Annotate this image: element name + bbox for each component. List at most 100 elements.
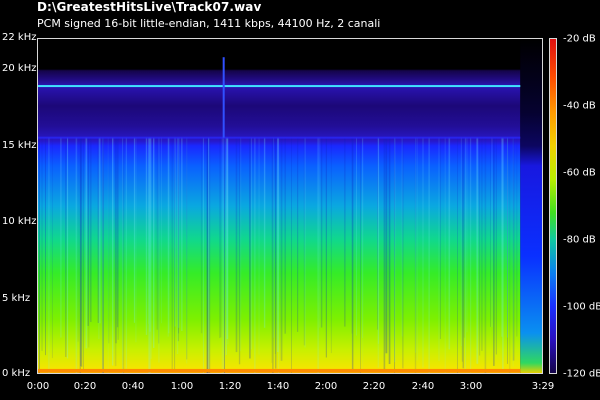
spectral-streak bbox=[208, 137, 211, 373]
spectral-streak bbox=[461, 137, 463, 362]
y-tick-22: 22 kHz bbox=[2, 32, 37, 43]
spectrogram-body bbox=[38, 39, 521, 373]
x-tick-2-20: 2:20 bbox=[362, 381, 386, 392]
db-tick-minus20: -20 dB bbox=[563, 33, 596, 45]
spectral-streak bbox=[133, 137, 135, 323]
spectral-streak bbox=[512, 137, 514, 367]
spectral-streak bbox=[135, 137, 137, 343]
spectral-streak bbox=[221, 137, 223, 373]
spectral-streak bbox=[507, 137, 508, 364]
y-tick-20: 20 kHz bbox=[2, 63, 37, 74]
spectral-streak bbox=[145, 137, 148, 335]
spectral-streak bbox=[125, 137, 127, 369]
low-freq-floor bbox=[38, 369, 521, 372]
spectral-streak bbox=[258, 137, 260, 355]
spectral-streak bbox=[470, 137, 472, 373]
spectral-streak bbox=[90, 137, 92, 322]
spectral-streak bbox=[60, 137, 62, 338]
spectral-streak bbox=[448, 137, 451, 350]
spectral-streak bbox=[278, 137, 280, 373]
spectral-streak bbox=[75, 137, 78, 373]
spectral-streak bbox=[102, 137, 104, 373]
spectral-streak bbox=[462, 137, 464, 369]
spectral-streak bbox=[466, 137, 468, 333]
spectral-streak bbox=[457, 137, 458, 373]
spectral-streak bbox=[156, 137, 158, 330]
spectral-streak bbox=[249, 137, 251, 359]
spectral-streak bbox=[317, 137, 320, 373]
spectral-streak bbox=[114, 137, 117, 367]
spectral-streak bbox=[235, 137, 238, 353]
spectral-streak bbox=[272, 137, 274, 373]
spectral-streak bbox=[344, 137, 346, 327]
y-tick-10: 10 kHz bbox=[2, 216, 37, 227]
spectral-streak bbox=[271, 137, 273, 363]
spectral-streak bbox=[45, 137, 46, 356]
spectral-streak bbox=[38, 137, 40, 373]
spectral-streak bbox=[238, 137, 241, 365]
x-tick-0-00: 0:00 bbox=[26, 381, 50, 392]
spectral-streak bbox=[240, 137, 242, 352]
spectral-streak bbox=[112, 137, 114, 366]
spectral-streak bbox=[362, 137, 364, 338]
spectral-streak bbox=[168, 137, 170, 334]
spectral-streak bbox=[77, 137, 79, 342]
spectral-streak bbox=[490, 137, 491, 327]
spectral-streak bbox=[108, 137, 110, 344]
spectral-streak bbox=[263, 137, 266, 328]
spectral-streak bbox=[220, 137, 222, 338]
spectral-streak bbox=[224, 137, 225, 373]
spectral-streak bbox=[460, 137, 462, 347]
x-tick-1-20: 1:20 bbox=[218, 381, 242, 392]
spectral-streak bbox=[219, 137, 221, 339]
spectral-streak bbox=[67, 137, 69, 359]
spectral-streak bbox=[178, 137, 180, 328]
spectral-streak bbox=[495, 137, 497, 355]
spectrogram-plot bbox=[37, 38, 543, 374]
spectral-streak bbox=[356, 137, 357, 336]
spectral-streak bbox=[422, 137, 424, 368]
spectral-streak bbox=[85, 137, 88, 349]
spectral-streak bbox=[254, 137, 256, 373]
spectrogram-svg bbox=[38, 39, 542, 373]
lowpass-cutoff-edge bbox=[38, 136, 521, 139]
transient-line bbox=[222, 57, 225, 138]
spectral-streak bbox=[51, 137, 53, 359]
spectral-streak bbox=[153, 137, 155, 348]
spectral-streak bbox=[275, 137, 277, 369]
spectral-streak bbox=[284, 137, 286, 334]
spectral-streak bbox=[107, 137, 109, 373]
spectral-streak bbox=[99, 137, 101, 324]
db-tick-minus100: -100 dB bbox=[563, 301, 600, 313]
db-tick-minus60: -60 dB bbox=[563, 167, 596, 179]
spectral-streak bbox=[388, 137, 391, 364]
spectral-streak bbox=[200, 137, 203, 334]
spectral-streak bbox=[202, 137, 204, 373]
spectral-streak bbox=[493, 137, 495, 366]
spectral-streak bbox=[415, 137, 417, 353]
spectral-streak bbox=[330, 137, 332, 354]
y-tick-0: 0 kHz bbox=[2, 368, 31, 379]
db-tick-minus40: -40 dB bbox=[563, 100, 596, 112]
spectral-streak bbox=[481, 137, 483, 351]
spectral-streak bbox=[87, 137, 89, 326]
x-tick-1-00: 1:00 bbox=[170, 381, 194, 392]
spectral-streak bbox=[150, 137, 152, 359]
y-tick-15: 15 kHz bbox=[2, 140, 37, 151]
spectral-streak bbox=[394, 137, 396, 363]
spectral-streak bbox=[65, 137, 67, 357]
spectral-streak bbox=[320, 137, 323, 328]
spectral-streak bbox=[303, 137, 305, 346]
y-tick-5: 5 kHz bbox=[2, 293, 31, 304]
spectral-streak bbox=[41, 137, 43, 351]
spectral-streak bbox=[277, 137, 279, 352]
file-title: D:\GreatestHitsLive\Track07.wav bbox=[37, 0, 262, 14]
spectral-streak bbox=[484, 137, 487, 373]
spectral-streak bbox=[377, 137, 380, 368]
spectral-streak bbox=[181, 137, 183, 331]
x-tick-2-40: 2:40 bbox=[411, 381, 435, 392]
spectral-streak bbox=[464, 137, 466, 371]
spectral-streak bbox=[83, 137, 84, 372]
spectral-streak bbox=[250, 137, 252, 350]
spectral-streak bbox=[304, 137, 306, 348]
